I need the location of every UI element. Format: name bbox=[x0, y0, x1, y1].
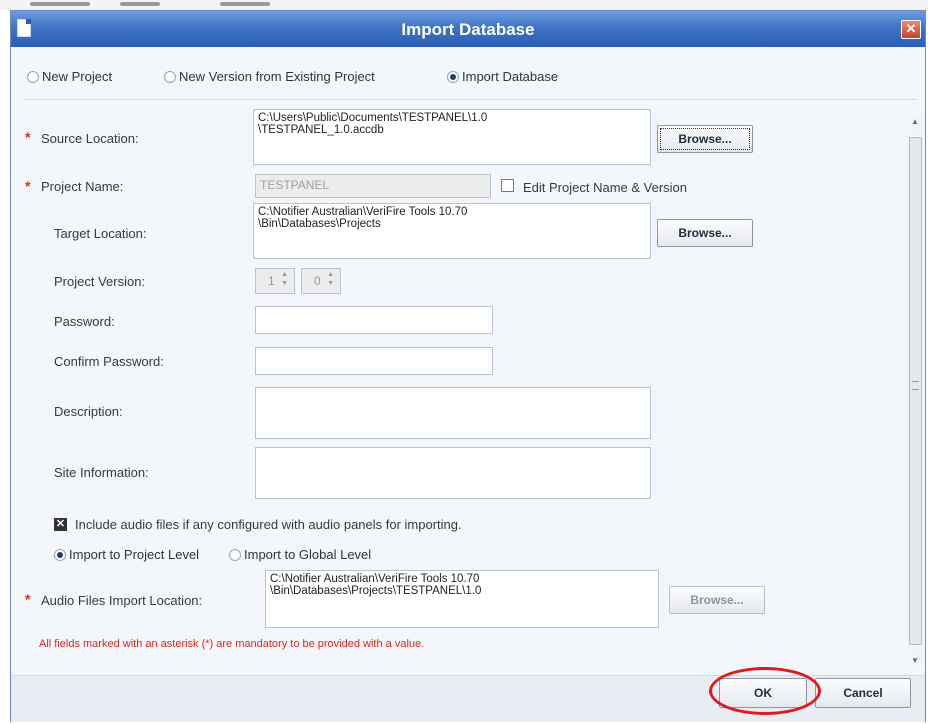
password-field[interactable] bbox=[255, 306, 493, 334]
target-location-field[interactable]: C:\Notifier Australian\VeriFire Tools 10… bbox=[253, 203, 651, 259]
scroll-up-icon[interactable]: ▲ bbox=[911, 117, 919, 126]
version-major-stepper[interactable]: 1 ▲ ▼ bbox=[255, 268, 295, 294]
required-asterisk: * bbox=[25, 129, 31, 145]
radio-import-project-level[interactable]: Import to Project Level bbox=[54, 547, 199, 562]
description-field[interactable] bbox=[255, 387, 651, 439]
scroll-grip-icon bbox=[912, 381, 919, 390]
background-text-remnant bbox=[220, 2, 270, 6]
version-minor-value: 0 bbox=[314, 274, 321, 288]
site-information-label: Site Information: bbox=[54, 465, 149, 480]
background-text-remnant bbox=[120, 2, 160, 6]
source-location-label: Source Location: bbox=[41, 131, 139, 146]
audio-location-field[interactable]: C:\Notifier Australian\VeriFire Tools 10… bbox=[265, 570, 659, 628]
divider bbox=[23, 99, 916, 100]
radio-label: New Version from Existing Project bbox=[179, 69, 375, 84]
required-asterisk: * bbox=[25, 178, 31, 194]
radio-label: Import to Global Level bbox=[244, 547, 372, 562]
title-bar[interactable]: Import Database ✕ bbox=[11, 11, 925, 47]
project-name-label: Project Name: bbox=[41, 179, 124, 194]
version-minor-stepper[interactable]: 0 ▲ ▼ bbox=[301, 268, 341, 294]
radio-circle-icon bbox=[27, 70, 39, 83]
project-name-field[interactable]: TESTPANEL bbox=[255, 174, 491, 198]
cancel-button[interactable]: Cancel bbox=[815, 678, 911, 708]
confirm-password-field[interactable] bbox=[255, 347, 493, 375]
import-database-dialog: Import Database ✕ New Project New Versio… bbox=[10, 10, 926, 722]
vertical-scrollbar[interactable]: ▲ ▼ bbox=[907, 115, 924, 667]
confirm-password-label: Confirm Password: bbox=[54, 354, 164, 369]
radio-circle-icon bbox=[229, 548, 241, 561]
audio-browse-button[interactable]: Browse... bbox=[669, 586, 765, 614]
radio-circle-selected-icon bbox=[447, 70, 459, 83]
target-location-label: Target Location: bbox=[54, 226, 147, 241]
scroll-down-icon[interactable]: ▼ bbox=[911, 656, 919, 665]
source-browse-button[interactable]: Browse... bbox=[657, 125, 753, 153]
audio-location-label: Audio Files Import Location: bbox=[41, 593, 203, 608]
background-strip bbox=[0, 0, 928, 10]
version-major-value: 1 bbox=[268, 274, 275, 288]
radio-label: New Project bbox=[42, 69, 113, 84]
radio-import-global-level[interactable]: Import to Global Level bbox=[229, 547, 371, 562]
stepper-arrows-icon[interactable]: ▲ ▼ bbox=[281, 270, 288, 288]
edit-project-name-checkbox[interactable] bbox=[501, 179, 514, 192]
site-information-field[interactable] bbox=[255, 447, 651, 499]
include-audio-checkbox[interactable]: ✕ bbox=[54, 518, 67, 531]
required-asterisk: * bbox=[25, 591, 31, 607]
scroll-thumb[interactable] bbox=[909, 137, 922, 645]
stepper-arrows-icon[interactable]: ▲ ▼ bbox=[327, 270, 334, 288]
radio-new-version[interactable]: New Version from Existing Project bbox=[164, 69, 375, 84]
background-text-remnant bbox=[30, 2, 90, 6]
radio-import-database[interactable]: Import Database bbox=[447, 69, 558, 84]
radio-new-project[interactable]: New Project bbox=[27, 69, 112, 84]
radio-label: Import Database bbox=[462, 69, 559, 84]
target-browse-button[interactable]: Browse... bbox=[657, 219, 753, 247]
close-icon[interactable]: ✕ bbox=[901, 20, 921, 39]
radio-circle-selected-icon bbox=[54, 548, 66, 561]
source-location-field[interactable]: C:\Users\Public\Documents\TESTPANEL\1.0 … bbox=[253, 109, 651, 165]
include-audio-label: Include audio files if any configured wi… bbox=[75, 517, 462, 532]
window-title: Import Database bbox=[401, 20, 535, 39]
ok-highlight-annotation bbox=[709, 667, 821, 715]
radio-label: Import to Project Level bbox=[69, 547, 200, 562]
edit-project-name-label: Edit Project Name & Version bbox=[523, 180, 688, 195]
project-version-label: Project Version: bbox=[54, 274, 146, 289]
radio-circle-icon bbox=[164, 70, 176, 83]
password-label: Password: bbox=[54, 314, 115, 329]
description-label: Description: bbox=[54, 404, 123, 419]
mandatory-note: All fields marked with an asterisk (*) a… bbox=[39, 638, 425, 650]
